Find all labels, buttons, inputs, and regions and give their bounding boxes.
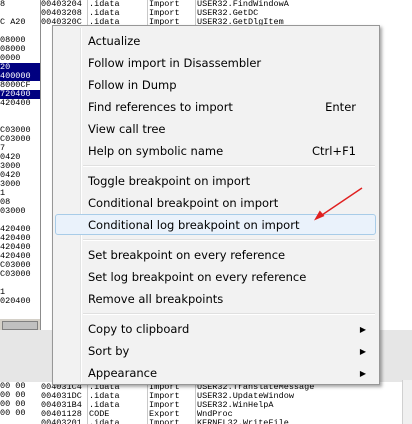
menu-separator: [83, 239, 375, 241]
menu-item-toggle-breakpoint-on-import[interactable]: Toggle breakpoint on import: [55, 170, 376, 191]
table-cell-name: KERNEL32.WriteFile: [197, 418, 289, 424]
menu-item-label: Appearance: [88, 366, 158, 380]
menu-separator: [83, 313, 375, 315]
submenu-arrow-icon: ▶: [359, 347, 366, 356]
hex-dump-line: C03000: [0, 134, 31, 144]
menu-item-label: Copy to clipboard: [88, 322, 190, 336]
table-cell-addr: 00403201: [41, 418, 82, 424]
hex-dump-pane[interactable]: 8C A20 08000 08000 0000 20 400000 8000CF 720400…: [0, 0, 40, 330]
scrollbar-thumb[interactable]: [2, 321, 38, 330]
debugger-window: 8C A20 08000 08000 0000 20 400000 8000CF 720400…: [0, 0, 412, 424]
hex-dump-line: C A20: [0, 17, 26, 27]
menu-item-follow-import-in-disassembler[interactable]: Follow import in Disassembler: [55, 52, 376, 73]
hex-dump-line: 420400: [0, 98, 31, 108]
menu-item-label: Conditional log breakpoint on import: [88, 218, 300, 232]
hex-dump-line: 3000: [0, 179, 21, 189]
stack-line: 00 00: [0, 408, 26, 418]
vertical-scrollbar[interactable]: [402, 380, 412, 424]
menu-item-appearance[interactable]: Appearance ▶: [55, 362, 376, 383]
menu-item-set-breakpoint-on-every-reference[interactable]: Set breakpoint on every reference: [55, 244, 376, 265]
menu-item-shortcut: Ctrl+F1: [311, 144, 356, 158]
menu-item-sort-by[interactable]: Sort by ▶: [55, 340, 376, 361]
table-cell-section: .idata: [89, 418, 120, 424]
hex-dump-line: 020400: [0, 296, 31, 306]
menu-item-label: Find references to import: [88, 100, 233, 114]
hex-dump-line: [0, 108, 40, 117]
menu-item-label: Set breakpoint on every reference: [88, 248, 286, 262]
menu-item-conditional-log-breakpoint-on-import[interactable]: Conditional log breakpoint on import: [55, 214, 376, 235]
menu-item-label: Help on symbolic name: [88, 144, 224, 158]
menu-item-view-call-tree[interactable]: View call tree: [55, 118, 376, 139]
menu-item-label: Set log breakpoint on every reference: [88, 270, 307, 284]
menu-item-label: Follow import in Disassembler: [88, 56, 262, 70]
menu-item-find-references-to-import[interactable]: Find references to import Enter: [55, 96, 376, 117]
menu-separator: [83, 165, 375, 167]
menu-item-copy-to-clipboard[interactable]: Copy to clipboard ▶: [55, 318, 376, 339]
context-menu: Actualize Follow import in Disassembler Fo…: [52, 25, 380, 385]
menu-item-conditional-breakpoint-on-import[interactable]: Conditional breakpoint on import: [55, 192, 376, 213]
menu-item-set-log-breakpoint-on-every-reference[interactable]: Set log breakpoint on every reference: [55, 266, 376, 287]
stack-pane[interactable]: 00 00 00 00 00 00 00 00: [0, 382, 40, 424]
menu-item-label: Sort by: [88, 344, 130, 358]
menu-item-label: View call tree: [88, 122, 166, 136]
menu-item-help-on-symbolic-name[interactable]: Help on symbolic name Ctrl+F1: [55, 140, 376, 161]
menu-item-actualize[interactable]: Actualize: [55, 30, 376, 51]
hex-dump-line: [0, 279, 40, 288]
menu-item-label: Actualize: [88, 34, 141, 48]
table-cell-type: Import: [149, 418, 180, 424]
menu-item-label: Conditional breakpoint on import: [88, 196, 279, 210]
hex-dump-line: C03000: [0, 269, 31, 279]
menu-item-follow-in-dump[interactable]: Follow in Dump: [55, 74, 376, 95]
menu-item-remove-all-breakpoints[interactable]: Remove all breakpoints: [55, 288, 376, 309]
submenu-arrow-icon: ▶: [359, 325, 366, 334]
hex-dump-line: [0, 306, 40, 315]
menu-item-label: Remove all breakpoints: [88, 292, 224, 306]
hex-dump-line: 03000: [0, 206, 26, 216]
submenu-arrow-icon: ▶: [359, 369, 366, 378]
menu-item-shortcut: Enter: [325, 100, 356, 114]
menu-item-label: Follow in Dump: [88, 78, 177, 92]
menu-item-label: Toggle breakpoint on import: [88, 174, 251, 188]
hex-dump-line: 8: [0, 0, 6, 9]
